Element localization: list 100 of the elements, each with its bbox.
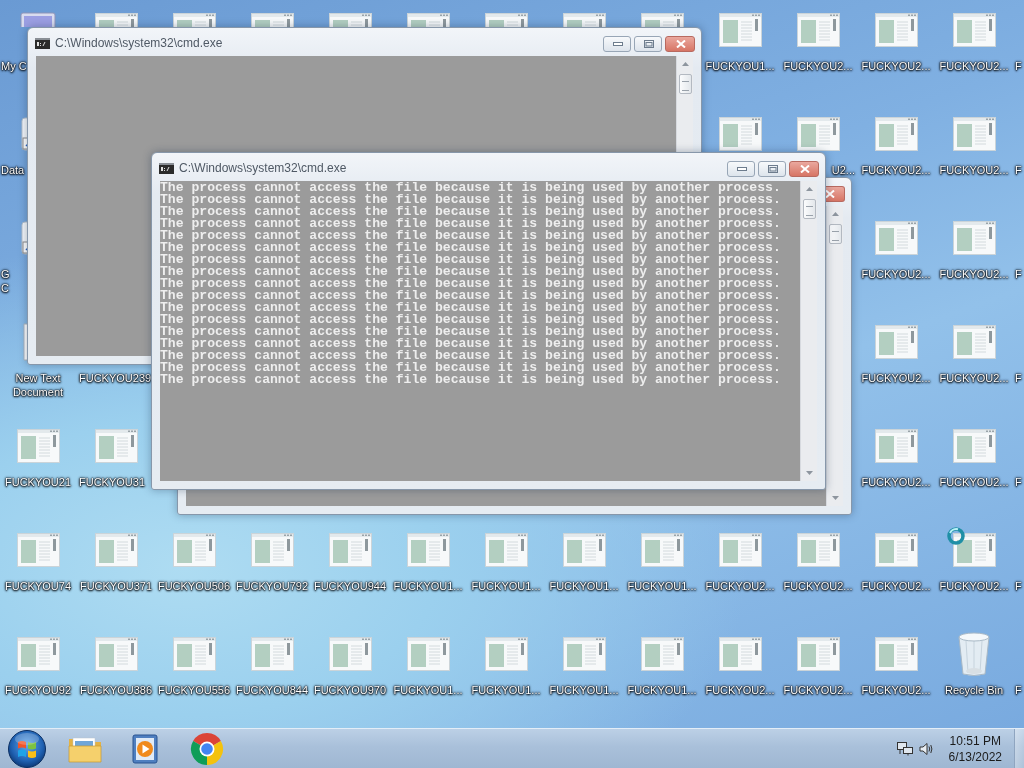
- icon-label[interactable]: G C: [1, 267, 10, 295]
- icon-label[interactable]: FUCKYOU844: [235, 683, 309, 697]
- icon-label[interactable]: F: [1015, 267, 1022, 281]
- window-thumbnail-icon[interactable]: [172, 13, 216, 27]
- window-thumbnail-icon[interactable]: [796, 533, 840, 567]
- volume-icon[interactable]: [918, 741, 933, 756]
- icon-label[interactable]: FUCKYOU371: [79, 579, 153, 593]
- window-thumbnail-icon[interactable]: [406, 533, 450, 567]
- icon-label[interactable]: FUCKYOU2...: [861, 579, 931, 593]
- scroll-thumb[interactable]: [802, 199, 816, 219]
- window-thumbnail-icon[interactable]: [94, 13, 138, 27]
- icon-label[interactable]: F: [1015, 683, 1022, 697]
- icon-label[interactable]: FUCKYOU2...: [705, 579, 775, 593]
- icon-label[interactable]: FUCKYOU21: [5, 475, 71, 489]
- window-thumbnail-icon[interactable]: [796, 637, 840, 671]
- icon-label[interactable]: F: [1015, 475, 1022, 489]
- up-arrow-icon[interactable]: [831, 212, 839, 216]
- icon-label[interactable]: F: [1015, 59, 1022, 73]
- show-desktop-button[interactable]: [1014, 729, 1024, 768]
- computer-icon[interactable]: [18, 11, 58, 27]
- icon-label[interactable]: FUCKYOU2...: [861, 267, 931, 281]
- recycle-bin-icon[interactable]: [956, 631, 992, 677]
- window-thumbnail-icon[interactable]: [94, 637, 138, 671]
- icon-label[interactable]: U2...: [831, 163, 855, 177]
- scroll-thumb[interactable]: [828, 224, 842, 244]
- window-thumbnail-icon[interactable]: [16, 429, 60, 463]
- icon-label[interactable]: FUCKYOU31: [79, 475, 146, 489]
- icon-label[interactable]: FUCKYOU2...: [939, 59, 1009, 73]
- icon-label[interactable]: F: [1015, 163, 1022, 177]
- up-arrow-icon[interactable]: [805, 187, 813, 191]
- icon-label[interactable]: FUCKYOU1...: [627, 683, 697, 697]
- icon-label[interactable]: FUCKYOU2...: [861, 59, 931, 73]
- scrollbar[interactable]: [676, 56, 693, 152]
- window-thumbnail-icon[interactable]: [952, 13, 996, 47]
- close-button[interactable]: [789, 161, 819, 177]
- up-arrow-icon[interactable]: [681, 62, 689, 66]
- icon-label[interactable]: FUCKYOU74: [5, 579, 71, 593]
- maximize-button[interactable]: [758, 161, 786, 177]
- icon-label[interactable]: F: [1015, 371, 1022, 385]
- window-thumbnail-icon[interactable]: [796, 117, 840, 151]
- window-thumbnail-icon[interactable]: [718, 117, 762, 151]
- icon-label[interactable]: FUCKYOU92: [5, 683, 71, 697]
- close-button[interactable]: [826, 186, 845, 202]
- window-thumbnail-icon[interactable]: [718, 533, 762, 567]
- maximize-button[interactable]: [634, 36, 662, 52]
- icon-label[interactable]: Recycle Bin: [944, 683, 1004, 697]
- window-thumbnail-icon[interactable]: [328, 637, 372, 671]
- icon-label[interactable]: FUCKYOU2...: [705, 683, 775, 697]
- icon-label[interactable]: FUCKYOU2...: [861, 475, 931, 489]
- window-thumbnail-icon[interactable]: [640, 13, 684, 27]
- icon-label[interactable]: FUCKYOU2...: [861, 163, 931, 177]
- window-thumbnail-icon[interactable]: [874, 637, 918, 671]
- window-thumbnail-icon[interactable]: [718, 13, 762, 47]
- window-thumbnail-icon[interactable]: [172, 533, 216, 567]
- icon-label[interactable]: FUCKYOU2...: [939, 371, 1009, 385]
- minimize-button[interactable]: [603, 36, 631, 52]
- window-thumbnail-icon[interactable]: [94, 429, 138, 463]
- icon-label[interactable]: FUCKYOU2...: [783, 579, 853, 593]
- window-thumbnail-icon[interactable]: [640, 533, 684, 567]
- window-thumbnail-icon[interactable]: [952, 533, 996, 567]
- icon-label[interactable]: New Text Document: [1, 371, 75, 399]
- window-thumbnail-icon[interactable]: [952, 117, 996, 151]
- icon-label[interactable]: FUCKYOU2...: [939, 579, 1009, 593]
- window-thumbnail-icon[interactable]: [874, 325, 918, 359]
- icon-label[interactable]: FUCKYOU1...: [393, 579, 463, 593]
- icon-label[interactable]: FUCKYOU2...: [783, 683, 853, 697]
- icon-label[interactable]: FUCKYOU944: [313, 579, 387, 593]
- clock-button[interactable]: 10:51 PM 6/13/2022: [942, 732, 1008, 765]
- icon-label[interactable]: FUCKYOU1...: [549, 683, 619, 697]
- down-arrow-icon[interactable]: [831, 496, 839, 500]
- icon-label[interactable]: FUCKYOU2...: [861, 683, 931, 697]
- icon-label[interactable]: FUCKYOU2...: [939, 267, 1009, 281]
- window-thumbnail-icon[interactable]: [562, 637, 606, 671]
- icon-label[interactable]: FUCKYOU970: [313, 683, 387, 697]
- scrollbar[interactable]: [826, 206, 843, 506]
- window-thumbnail-icon[interactable]: [328, 533, 372, 567]
- window-thumbnail-icon[interactable]: [874, 429, 918, 463]
- icon-label[interactable]: FUCKYOU1...: [549, 579, 619, 593]
- icon-label[interactable]: FUCKYOU1...: [627, 579, 697, 593]
- window-thumbnail-icon[interactable]: [874, 117, 918, 151]
- window-thumbnail-icon[interactable]: [328, 13, 372, 27]
- minimize-button[interactable]: [727, 161, 755, 177]
- window-thumbnail-icon[interactable]: [874, 221, 918, 255]
- icon-label[interactable]: FUCKYOU239: [79, 371, 152, 385]
- window-thumbnail-icon[interactable]: [562, 13, 606, 27]
- window-thumbnail-icon[interactable]: [484, 533, 528, 567]
- window-thumbnail-icon[interactable]: [250, 533, 294, 567]
- window-thumbnail-icon[interactable]: [16, 637, 60, 671]
- window-thumbnail-icon[interactable]: [250, 637, 294, 671]
- window-thumbnail-icon[interactable]: [484, 13, 528, 27]
- window-thumbnail-icon[interactable]: [952, 221, 996, 255]
- icon-label[interactable]: FUCKYOU1...: [393, 683, 463, 697]
- icon-label[interactable]: FUCKYOU2...: [783, 59, 853, 73]
- window-thumbnail-icon[interactable]: [172, 637, 216, 671]
- close-button[interactable]: [665, 36, 695, 52]
- icon-label[interactable]: F: [1015, 579, 1022, 593]
- window-thumbnail-icon[interactable]: [640, 637, 684, 671]
- window-thumbnail-icon[interactable]: [406, 13, 450, 27]
- window-thumbnail-icon[interactable]: [874, 533, 918, 567]
- window-thumbnail-icon[interactable]: [796, 13, 840, 47]
